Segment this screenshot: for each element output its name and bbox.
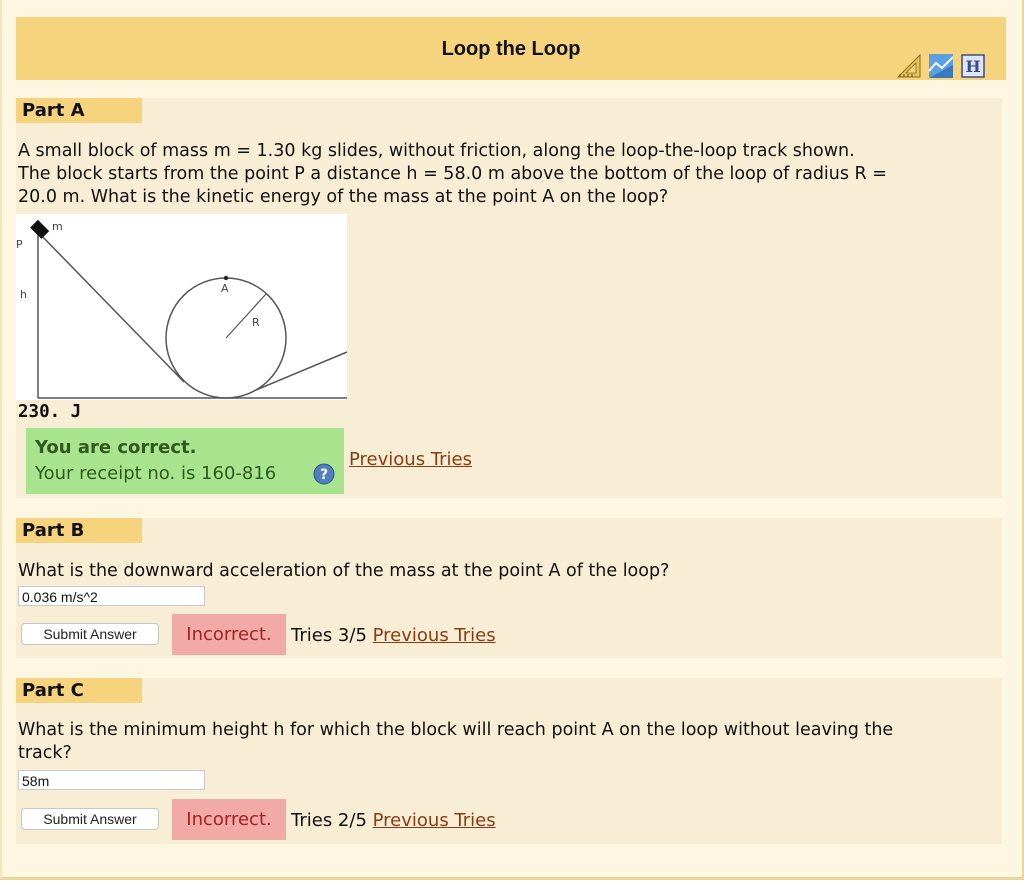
- part-b-tries-count: Tries 3/5: [291, 625, 367, 646]
- part-c-question: What is the minimum height h for which t…: [18, 719, 1002, 765]
- part-c-question-line1: What is the minimum height h for which t…: [18, 720, 894, 740]
- triangle-ruler-icon[interactable]: [896, 53, 922, 79]
- label-m: m: [52, 220, 63, 233]
- radius-line: [225, 293, 267, 339]
- svg-text:H: H: [965, 57, 980, 76]
- part-c-section: Part C What is the minimum height h for …: [16, 678, 1002, 844]
- part-b-submit-button[interactable]: Submit Answer: [21, 623, 159, 645]
- hint-h-icon[interactable]: H: [960, 53, 986, 79]
- part-a-question-line2: The block starts from the point P a dist…: [18, 164, 887, 184]
- receipt-text: Your receipt no. is 160-816: [35, 463, 277, 484]
- label-p: P: [16, 238, 23, 251]
- part-c-submit-button[interactable]: Submit Answer: [21, 808, 159, 830]
- part-a-question: A small block of mass m = 1.30 kg slides…: [18, 140, 1002, 209]
- label-h: h: [20, 288, 27, 301]
- part-c-tries-count: Tries 2/5: [291, 810, 367, 831]
- part-b-previous-tries-link[interactable]: Previous Tries: [373, 625, 496, 646]
- part-b-incorrect-badge: Incorrect.: [172, 614, 286, 655]
- label-r: R: [252, 316, 260, 329]
- part-c-previous-tries-link[interactable]: Previous Tries: [373, 810, 496, 831]
- part-a-answer: 230. J: [18, 402, 82, 422]
- part-c-tries: Tries 2/5 Previous Tries: [291, 810, 496, 831]
- part-c-answer-input[interactable]: 58m: [18, 770, 205, 790]
- exit-ramp-line: [255, 351, 347, 391]
- help-icon[interactable]: ?: [313, 463, 335, 485]
- part-b-tries: Tries 3/5 Previous Tries: [291, 625, 496, 646]
- part-b-section: Part B What is the downward acceleration…: [16, 518, 1002, 658]
- part-b-label: Part B: [16, 518, 142, 543]
- graph-paper-icon[interactable]: [928, 53, 954, 79]
- block-mass: [30, 219, 50, 239]
- page-frame: Loop the Loop H Part A A small block of …: [0, 0, 1024, 880]
- part-a-question-line1: A small block of mass m = 1.30 kg slides…: [18, 141, 855, 161]
- title-bar: Loop the Loop H: [16, 17, 1006, 80]
- point-a-dot: [223, 275, 229, 281]
- loop-track-figure: m P h A R: [16, 214, 347, 400]
- part-c-question-line2: track?: [18, 743, 72, 763]
- ramp-line: [37, 231, 185, 383]
- part-c-label: Part C: [16, 678, 142, 703]
- part-b-answer-input[interactable]: 0.036 m/s^2: [18, 586, 205, 606]
- page-title: Loop the Loop: [441, 38, 581, 60]
- part-a-question-line3: 20.0 m. What is the kinetic energy of th…: [18, 187, 669, 207]
- part-a-previous-tries-link[interactable]: Previous Tries: [349, 449, 472, 470]
- svg-text:?: ?: [320, 467, 328, 483]
- correct-title: You are correct.: [35, 437, 197, 458]
- part-a-label: Part A: [16, 98, 142, 123]
- part-c-incorrect-badge: Incorrect.: [172, 799, 286, 840]
- correct-feedback-box: You are correct. Your receipt no. is 160…: [26, 428, 344, 494]
- label-a: A: [221, 282, 229, 295]
- part-b-question: What is the downward acceleration of the…: [18, 561, 670, 581]
